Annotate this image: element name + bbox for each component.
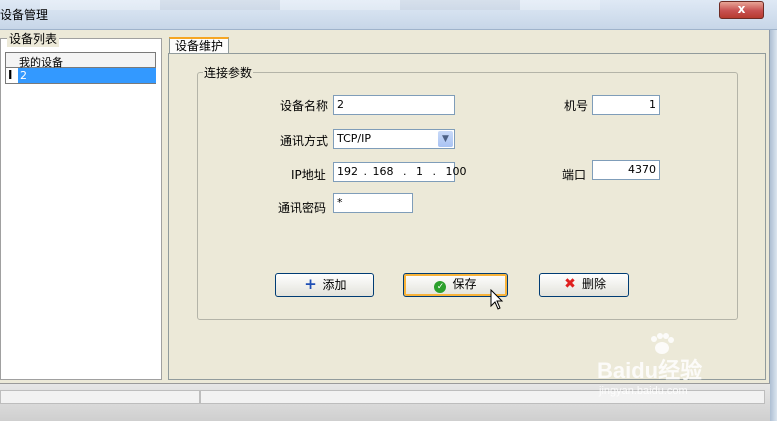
background-window-strip <box>40 0 600 10</box>
add-button-label: 添加 <box>322 278 347 292</box>
ip-octet-4: 100 <box>445 165 467 178</box>
device-list-title: 设备列表 <box>7 30 60 47</box>
ip-octet-3: 1 <box>416 165 423 178</box>
paw-logo-icon <box>651 333 674 354</box>
close-button[interactable]: x <box>719 1 764 19</box>
device-list-group: 设备列表 我的设备 I 2 <box>0 30 162 380</box>
ip-address-input[interactable]: 192 . 168 . 1 . 100 <box>333 162 467 182</box>
device-tree-item-selected[interactable]: 2 <box>18 68 156 83</box>
ip-octet-2: 168 <box>372 165 394 178</box>
window-title: 设备管理 <box>0 8 49 22</box>
device-name-input[interactable]: 2 <box>333 95 455 115</box>
window-right-edge <box>770 30 777 421</box>
ip-dot: . <box>432 165 437 178</box>
delete-button[interactable]: ✖ 删除 <box>539 273 629 297</box>
comm-password-input[interactable]: * <box>333 193 413 213</box>
ip-dot: . <box>403 165 407 178</box>
comm-mode-select[interactable]: TCP/IP ▼ <box>333 129 455 149</box>
device-name-label: 设备名称 <box>280 99 329 113</box>
status-segment <box>0 390 200 404</box>
ip-address-label: IP地址 <box>291 168 326 182</box>
watermark-brand: Baidu经验 <box>597 358 703 383</box>
tab-device-maintenance[interactable]: 设备维护 <box>169 37 229 54</box>
ip-octet-1: 192 <box>337 165 358 178</box>
port-input[interactable]: 4370 <box>592 160 660 180</box>
device-tree-header[interactable]: 我的设备 <box>5 52 156 69</box>
plus-icon: + <box>304 275 317 293</box>
connection-params-title: 连接参数 <box>203 64 254 81</box>
check-circle-icon: ✓ <box>434 281 447 293</box>
mouse-pointer-icon <box>490 289 504 310</box>
machine-no-input[interactable]: 1 <box>592 95 660 115</box>
comm-password-label: 通讯密码 <box>278 201 327 215</box>
title-bar: 设备管理 x <box>0 0 777 30</box>
baidu-jingyan-watermark: Baidu经验 jingyan.baidu.com <box>597 333 747 403</box>
close-icon: x <box>737 2 746 16</box>
add-button[interactable]: + 添加 <box>275 273 374 297</box>
watermark-url: jingyan.baidu.com <box>599 385 688 397</box>
delete-button-label: 删除 <box>581 277 606 291</box>
ip-dot: . <box>363 165 368 178</box>
chevron-down-icon[interactable]: ▼ <box>438 131 453 147</box>
comm-mode-label: 通讯方式 <box>280 134 329 148</box>
x-icon: ✖ <box>564 276 576 292</box>
device-tree-row[interactable]: I 2 <box>5 68 156 84</box>
save-button-label: 保存 <box>452 277 477 291</box>
port-label: 端口 <box>562 168 587 182</box>
text-cursor-icon: I <box>8 68 13 82</box>
comm-mode-value: TCP/IP <box>337 132 371 145</box>
machine-no-label: 机号 <box>564 99 589 113</box>
